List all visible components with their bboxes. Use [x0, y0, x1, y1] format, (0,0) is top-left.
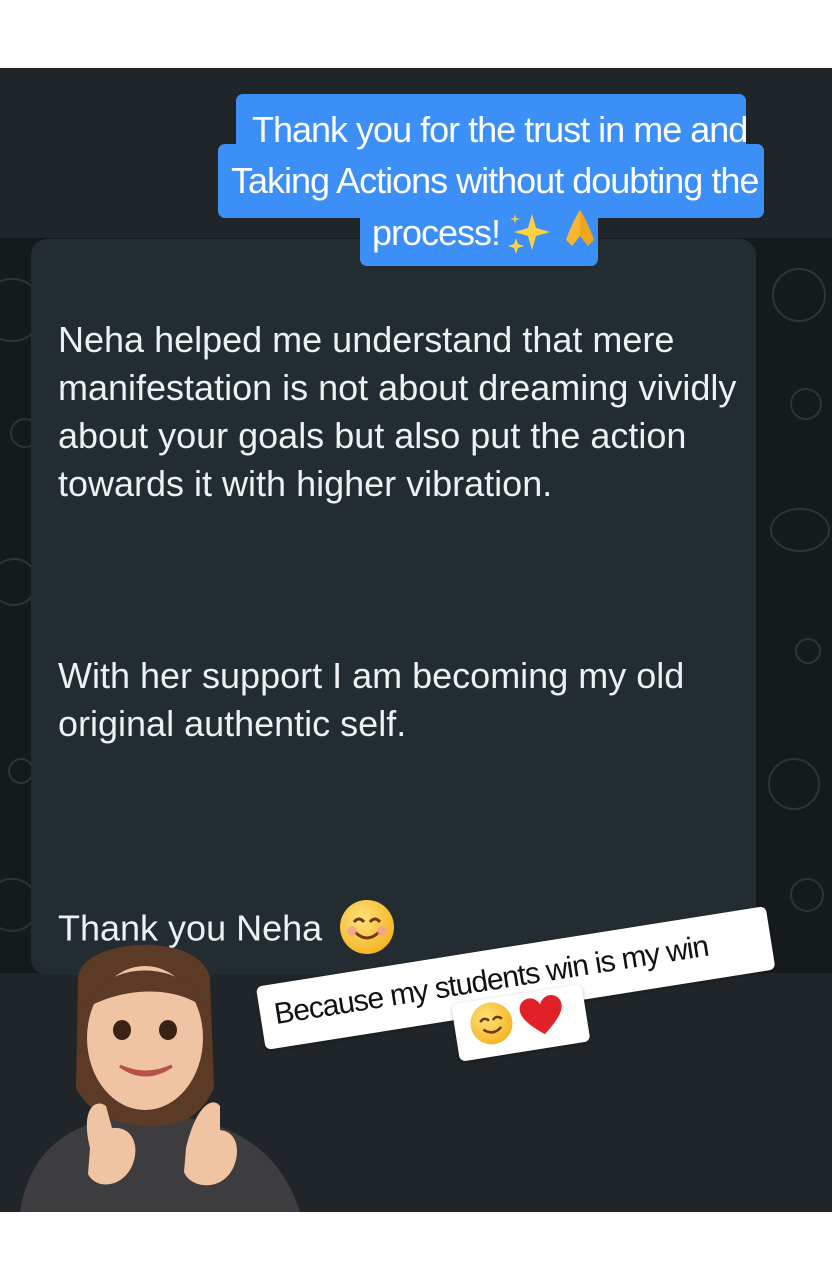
message-paragraph-1: Neha helped me understand that mere mani…	[58, 319, 737, 504]
sparkles-icon	[508, 214, 550, 254]
caption-line-1: Thank you for the trust in me and	[252, 109, 748, 150]
folded-hands-icon	[566, 210, 594, 246]
caption-line-3: process!	[372, 212, 501, 253]
red-heart-icon	[519, 995, 562, 1035]
smiling-face-icon	[467, 999, 516, 1048]
message-paragraph-2: With her support I am becoming my old or…	[58, 655, 685, 744]
caption-line-2: Taking Actions without doubting the	[231, 160, 759, 201]
